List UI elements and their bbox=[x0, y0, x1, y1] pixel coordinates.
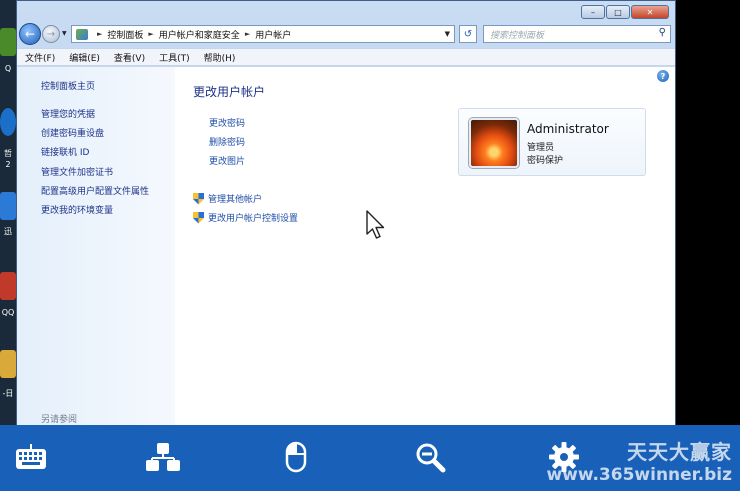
sidebar-item-advanced-profile[interactable]: 配置高级用户配置文件属性 bbox=[41, 184, 149, 197]
menu-bar: 文件(F) 编辑(E) 查看(V) 工具(T) 帮助(H) bbox=[17, 48, 675, 66]
account-name: Administrator bbox=[527, 122, 609, 136]
search-icon[interactable]: ⚲ bbox=[659, 27, 666, 38]
sidebar-home-link[interactable]: 控制面板主页 bbox=[41, 79, 95, 92]
menu-tools[interactable]: 工具(T) bbox=[159, 51, 190, 64]
desktop-label: 2 bbox=[5, 160, 11, 169]
uac-settings-link[interactable]: 更改用户帐户控制设置 bbox=[193, 211, 298, 224]
desktop-label: Q bbox=[4, 64, 12, 73]
desktop-icon-qq[interactable] bbox=[0, 28, 16, 56]
account-role: 管理员 bbox=[527, 143, 555, 153]
desktop-label: -日 bbox=[2, 389, 14, 398]
menu-help[interactable]: 帮助(H) bbox=[204, 51, 236, 64]
breadcrumb-separator-icon: ► bbox=[244, 30, 251, 38]
desktop-icon-xunlei[interactable] bbox=[0, 192, 16, 220]
desktop-label: 哲 bbox=[4, 149, 12, 158]
desktop-label: 迅 bbox=[4, 227, 12, 236]
mouse-icon bbox=[285, 441, 307, 473]
desktop-icon-qq-game[interactable] bbox=[0, 272, 16, 300]
breadcrumb-item[interactable]: 用户帐户和家庭安全 bbox=[159, 28, 240, 41]
window-caption-buttons: – □ ✕ bbox=[581, 5, 669, 19]
watermark-url: www.365winner.biz bbox=[546, 465, 732, 485]
minimize-button[interactable]: – bbox=[581, 5, 605, 19]
arrow-right-icon: → bbox=[46, 28, 56, 40]
sidebar-item-link-online-id[interactable]: 链接联机 ID bbox=[41, 145, 89, 158]
mouse-button[interactable] bbox=[276, 437, 316, 477]
account-card: Administrator 管理员 密码保护 bbox=[458, 108, 646, 176]
main-content: ? 更改用户帐户 更改密码 删除密码 更改图片 管理其他帐户 更改用户帐户控制设… bbox=[175, 67, 675, 425]
sidebar-item-env-vars[interactable]: 更改我的环境变量 bbox=[41, 203, 113, 216]
sidebar-item-manage-credentials[interactable]: 管理您的凭据 bbox=[41, 107, 95, 120]
uac-shield-icon bbox=[193, 212, 204, 224]
change-picture-link[interactable]: 更改图片 bbox=[209, 154, 245, 167]
uac-shield-icon bbox=[193, 193, 204, 205]
see-also-heading: 另请参阅 bbox=[41, 415, 78, 425]
account-password-status: 密码保护 bbox=[527, 156, 564, 166]
control-panel-window: – □ ✕ ← → ▼ ► 控制面板 ► 用户帐户和家庭安全 ► 用户帐户 ▼ … bbox=[16, 0, 676, 425]
control-panel-icon bbox=[76, 28, 88, 40]
breadcrumb-item[interactable]: 控制面板 bbox=[107, 28, 143, 41]
desktop-strip: Q 哲 2 迅 QQ -日 bbox=[0, 0, 16, 425]
maximize-button[interactable]: □ bbox=[606, 5, 630, 19]
forward-button[interactable]: → bbox=[42, 25, 60, 43]
desktop-icon-browser[interactable] bbox=[0, 108, 16, 136]
remove-password-link[interactable]: 删除密码 bbox=[209, 135, 245, 148]
watermark: 天天大赢家 www.365winner.biz bbox=[546, 436, 732, 485]
network-button[interactable] bbox=[143, 437, 183, 477]
keyboard-button[interactable] bbox=[11, 437, 51, 477]
address-bar[interactable]: ► 控制面板 ► 用户帐户和家庭安全 ► 用户帐户 ▼ bbox=[71, 25, 455, 43]
zoom-out-icon bbox=[416, 443, 446, 473]
menu-edit[interactable]: 编辑(E) bbox=[69, 51, 100, 64]
sidebar-item-encryption-certs[interactable]: 管理文件加密证书 bbox=[41, 165, 113, 178]
close-button[interactable]: ✕ bbox=[631, 5, 669, 19]
uac-settings-label: 更改用户帐户控制设置 bbox=[208, 214, 299, 224]
desktop-label: QQ bbox=[1, 308, 15, 317]
address-dropdown-icon[interactable]: ▼ bbox=[445, 30, 450, 38]
sidebar-item-reset-disk[interactable]: 创建密码重设盘 bbox=[41, 126, 104, 139]
breadcrumb-separator-icon: ► bbox=[97, 30, 103, 38]
zoom-out-button[interactable] bbox=[410, 437, 450, 477]
breadcrumb-separator-icon: ► bbox=[148, 30, 154, 38]
page-title: 更改用户帐户 bbox=[193, 85, 266, 99]
change-password-link[interactable]: 更改密码 bbox=[209, 116, 245, 129]
manage-other-accounts-label: 管理其他帐户 bbox=[208, 195, 263, 205]
desktop-icon-folder[interactable] bbox=[0, 350, 16, 378]
watermark-cn: 天天大赢家 bbox=[627, 440, 732, 464]
search-input[interactable]: 搜索控制面板 ⚲ bbox=[483, 25, 671, 43]
network-icon bbox=[146, 443, 180, 471]
recent-pages-dropdown[interactable]: ▼ bbox=[62, 30, 67, 37]
refresh-icon: ↺ bbox=[463, 28, 473, 40]
search-placeholder: 搜索控制面板 bbox=[490, 30, 545, 41]
menu-view[interactable]: 查看(V) bbox=[114, 51, 145, 64]
address-row: ← → ▼ ► 控制面板 ► 用户帐户和家庭安全 ► 用户帐户 ▼ ↺ 搜索控制… bbox=[17, 21, 675, 47]
back-button[interactable]: ← bbox=[19, 23, 41, 45]
remote-toolbar: 天天大赢家 www.365winner.biz bbox=[0, 425, 740, 491]
menu-file[interactable]: 文件(F) bbox=[25, 51, 55, 64]
user-avatar[interactable] bbox=[469, 118, 519, 168]
keyboard-icon bbox=[16, 444, 46, 469]
help-icon[interactable]: ? bbox=[657, 70, 669, 82]
refresh-button[interactable]: ↺ bbox=[459, 25, 477, 43]
sidebar: 控制面板主页 管理您的凭据 创建密码重设盘 链接联机 ID 管理文件加密证书 配… bbox=[17, 67, 175, 425]
manage-other-accounts-link[interactable]: 管理其他帐户 bbox=[193, 192, 262, 205]
arrow-left-icon: ← bbox=[24, 27, 36, 41]
breadcrumb-item[interactable]: 用户帐户 bbox=[255, 28, 291, 41]
